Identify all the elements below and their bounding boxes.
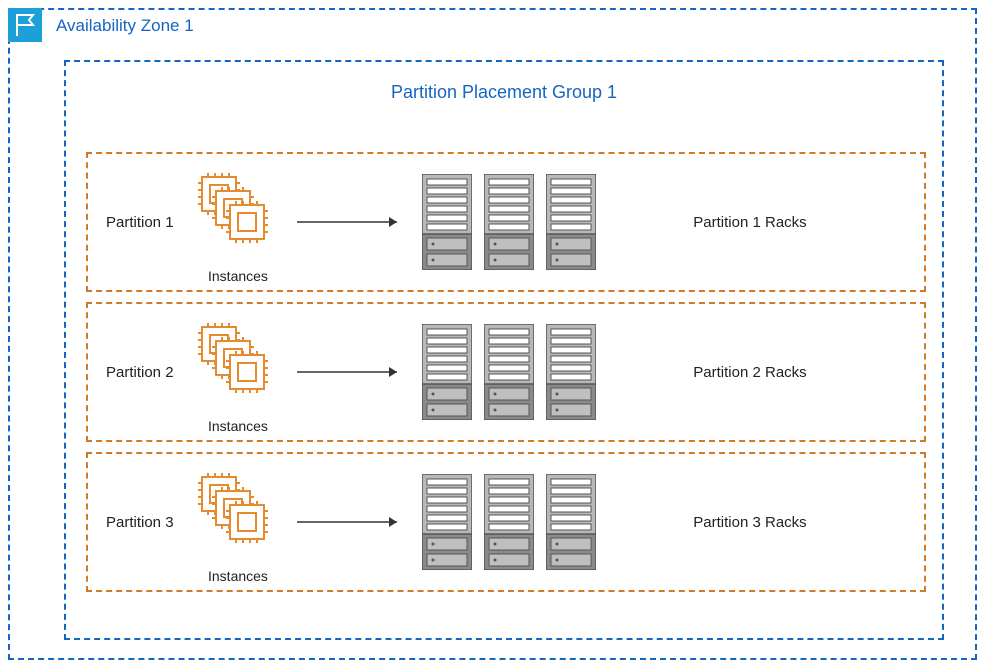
placement-group-container: Partition Placement Group 1 Partition 1 …	[64, 60, 944, 640]
availability-zone-title: Availability Zone 1	[56, 16, 194, 36]
arrow-icon	[282, 366, 422, 378]
partition-racks-label: Partition 2 Racks	[596, 364, 924, 381]
racks-group	[422, 324, 596, 420]
partition-row: Partition 1 Instances Partition 1 Racks	[86, 152, 926, 292]
partition-racks-label: Partition 1 Racks	[596, 214, 924, 231]
partition-label: Partition 1	[88, 214, 198, 231]
partition-label: Partition 3	[88, 514, 198, 531]
server-rack-icon	[422, 174, 472, 270]
arrow-icon	[282, 216, 422, 228]
arrow-icon	[282, 516, 422, 528]
server-rack-icon	[422, 474, 472, 570]
partition-racks-label: Partition 3 Racks	[596, 514, 924, 531]
racks-group	[422, 474, 596, 570]
instances-caption: Instances	[208, 568, 268, 584]
instances-icon	[192, 462, 282, 582]
availability-zone-container: Availability Zone 1 Partition Placement …	[8, 8, 977, 660]
server-rack-icon	[484, 474, 534, 570]
server-rack-icon	[546, 324, 596, 420]
partition-label: Partition 2	[88, 364, 198, 381]
instances-caption: Instances	[208, 418, 268, 434]
instances-caption: Instances	[208, 268, 268, 284]
instances-icon	[192, 162, 282, 282]
partitions-list: Partition 1 Instances Partition 1 Racks	[86, 152, 926, 602]
server-rack-icon	[484, 324, 534, 420]
racks-group	[422, 174, 596, 270]
server-rack-icon	[546, 174, 596, 270]
partition-row: Partition 2 Instances Partition 2 Racks	[86, 302, 926, 442]
instances-icon	[192, 312, 282, 432]
placement-group-title: Partition Placement Group 1	[66, 82, 942, 103]
availability-zone-icon	[8, 8, 42, 42]
server-rack-icon	[422, 324, 472, 420]
partition-row: Partition 3 Instances Partition 3 Racks	[86, 452, 926, 592]
server-rack-icon	[546, 474, 596, 570]
server-rack-icon	[484, 174, 534, 270]
